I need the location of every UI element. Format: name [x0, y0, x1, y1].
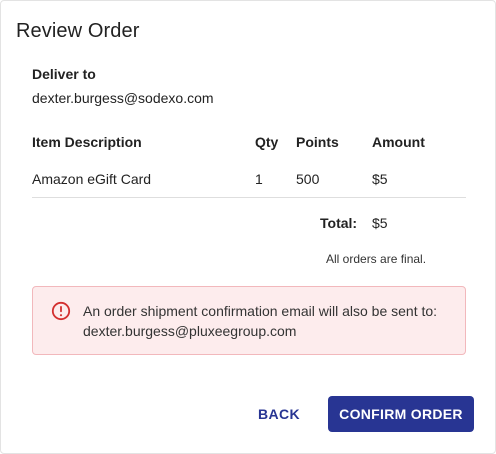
header-points: Points: [296, 134, 339, 150]
back-button[interactable]: BACK: [247, 396, 311, 432]
deliver-to-label: Deliver to: [32, 66, 96, 82]
total-label: Total:: [320, 215, 358, 231]
alert-circle-icon: [51, 301, 71, 321]
dialog-title: Review Order: [16, 20, 140, 42]
cell-qty: 1: [255, 171, 263, 187]
cell-amount: $5: [372, 171, 388, 187]
header-item-description: Item Description: [32, 134, 142, 150]
header-amount: Amount: [372, 134, 425, 150]
table-divider: [32, 197, 466, 198]
cell-points: 500: [296, 171, 320, 187]
deliver-to-email: dexter.burgess@sodexo.com: [32, 90, 214, 106]
total-value: $5: [372, 215, 388, 231]
alert-message: An order shipment confirmation email wil…: [83, 303, 438, 339]
final-orders-note: All orders are final.: [326, 252, 427, 266]
cell-item-description: Amazon eGift Card: [32, 171, 152, 187]
confirm-order-button[interactable]: CONFIRM ORDER: [328, 396, 474, 432]
header-qty: Qty: [255, 134, 279, 150]
shipment-confirmation-alert: An order shipment confirmation email wil…: [32, 286, 466, 355]
review-order-dialog: Review Order Deliver to dexter.burgess@s…: [0, 0, 496, 454]
